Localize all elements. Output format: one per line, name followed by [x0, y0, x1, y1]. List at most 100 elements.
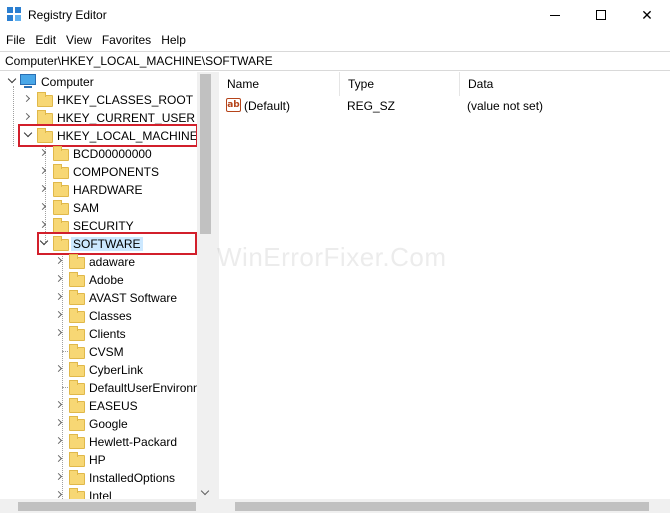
tree-item-sam[interactable]: SAM [0, 199, 200, 217]
tree-item-adobe[interactable]: Adobe [0, 271, 200, 289]
menu-help[interactable]: Help [156, 30, 191, 50]
address-bar[interactable]: Computer\HKEY_LOCAL_MACHINE\SOFTWARE [0, 51, 670, 71]
column-header-data[interactable]: Data [460, 72, 670, 96]
computer-icon [20, 74, 36, 89]
tree-item-label: HP [89, 453, 106, 467]
tree-item-label: Adobe [89, 273, 124, 287]
values-horizontal-scrollbar[interactable] [219, 499, 670, 513]
minimize-button[interactable] [532, 0, 578, 30]
tree-item-label: CVSM [89, 345, 124, 359]
chevron-right-icon[interactable] [22, 93, 34, 105]
window-title: Registry Editor [28, 8, 107, 22]
tree-item-cyberlink[interactable]: CyberLink [0, 361, 200, 379]
tree-vertical-scrollbar[interactable] [197, 72, 214, 500]
tree-item-hardware[interactable]: HARDWARE [0, 181, 200, 199]
close-icon: ✕ [641, 6, 653, 23]
tree-item-bcd[interactable]: BCD00000000 [0, 145, 200, 163]
folder-icon [69, 452, 85, 467]
chevron-right-icon[interactable] [38, 147, 50, 159]
tree-horizontal-scrollbar[interactable] [0, 499, 214, 513]
chevron-right-icon[interactable] [54, 309, 66, 321]
tree-item-adaware[interactable]: adaware [0, 253, 200, 271]
tree-item-hp[interactable]: HP [0, 451, 200, 469]
chevron-right-icon[interactable] [38, 201, 50, 213]
menu-file[interactable]: File [0, 30, 30, 50]
folder-icon [69, 344, 85, 359]
tree-item-label: HKEY_CURRENT_USER [57, 111, 196, 125]
folder-icon [69, 254, 85, 269]
tree-item-defaultuserenvironment[interactable]: DefaultUserEnvironn [0, 379, 200, 397]
folder-icon [53, 164, 69, 179]
tree-item-hewlett-packard[interactable]: Hewlett-Packard [0, 433, 200, 451]
chevron-right-icon[interactable] [54, 417, 66, 429]
tree-item-label: HKEY_CLASSES_ROOT [57, 93, 194, 107]
value-data: (value not set) [467, 99, 544, 113]
scrollbar-thumb[interactable] [200, 74, 211, 234]
chevron-down-icon[interactable] [6, 75, 18, 87]
maximize-button[interactable] [578, 0, 624, 30]
chevron-right-icon[interactable] [54, 471, 66, 483]
folder-icon [53, 218, 69, 233]
tree-item-label: adaware [89, 255, 136, 269]
chevron-right-icon[interactable] [54, 291, 66, 303]
scrollbar-thumb[interactable] [235, 502, 649, 511]
chevron-right-icon[interactable] [54, 327, 66, 339]
folder-icon [69, 362, 85, 377]
scroll-down-icon[interactable] [200, 486, 210, 496]
key-tree: Computer HKEY_CLASSES_ROOT HKEY_CURRENT_… [0, 72, 214, 513]
folder-icon [37, 92, 53, 107]
tree-item-avast[interactable]: AVAST Software [0, 289, 200, 307]
tree-item-components[interactable]: COMPONENTS [0, 163, 200, 181]
tree-item-cvsm[interactable]: CVSM [0, 343, 200, 361]
minimize-icon [550, 14, 560, 16]
tree-item-label: COMPONENTS [73, 165, 160, 179]
scrollbar-thumb[interactable] [18, 502, 196, 511]
menu-favorites[interactable]: Favorites [97, 30, 156, 50]
column-header-type[interactable]: Type [340, 72, 460, 96]
menu-view[interactable]: View [61, 30, 97, 50]
chevron-right-icon[interactable] [38, 219, 50, 231]
highlight-box-hklm [18, 124, 198, 147]
tree-item-installedoptions[interactable]: InstalledOptions [0, 469, 200, 487]
menu-edit[interactable]: Edit [30, 30, 61, 50]
folder-icon [69, 272, 85, 287]
tree-item-computer[interactable]: Computer [0, 73, 200, 91]
tree-item-clients[interactable]: Clients [0, 325, 200, 343]
tree-item-label: HARDWARE [73, 183, 143, 197]
chevron-right-icon[interactable] [54, 399, 66, 411]
chevron-right-icon[interactable] [38, 183, 50, 195]
folder-icon [37, 110, 53, 125]
chevron-right-icon[interactable] [54, 255, 66, 267]
chevron-right-icon[interactable] [54, 435, 66, 447]
values-pane: Name Type Data ab (Default) REG_SZ (valu… [219, 72, 670, 513]
registry-editor-icon [7, 7, 21, 21]
value-name: (Default) [244, 99, 291, 113]
close-button[interactable]: ✕ [624, 0, 670, 30]
tree-item-label: AVAST Software [89, 291, 178, 305]
highlight-box-software [37, 232, 197, 255]
title-bar: Registry Editor ✕ [0, 0, 670, 30]
table-row[interactable]: ab (Default) REG_SZ (value not set) [219, 97, 670, 115]
folder-icon [69, 470, 85, 485]
folder-icon [69, 398, 85, 413]
tree-item-google[interactable]: Google [0, 415, 200, 433]
tree-item-label: SECURITY [73, 219, 134, 233]
chevron-right-icon[interactable] [22, 111, 34, 123]
folder-icon [69, 326, 85, 341]
string-value-icon: ab [226, 98, 241, 112]
chevron-right-icon[interactable] [54, 273, 66, 285]
chevron-right-icon[interactable] [38, 165, 50, 177]
folder-icon [69, 290, 85, 305]
column-header-name[interactable]: Name [219, 72, 340, 96]
tree-item-label: DefaultUserEnvironn [89, 381, 200, 395]
chevron-right-icon[interactable] [54, 363, 66, 375]
tree-item-easeus[interactable]: EASEUS [0, 397, 200, 415]
tree-item-label: Computer [41, 75, 94, 89]
tree-item-label: BCD00000000 [73, 147, 152, 161]
tree-item-classes[interactable]: Classes [0, 307, 200, 325]
tree-item-hkey-classes-root[interactable]: HKEY_CLASSES_ROOT [0, 91, 200, 109]
tree-item-label: InstalledOptions [89, 471, 176, 485]
tree-item-label: SAM [73, 201, 100, 215]
chevron-right-icon[interactable] [54, 453, 66, 465]
folder-icon [69, 434, 85, 449]
